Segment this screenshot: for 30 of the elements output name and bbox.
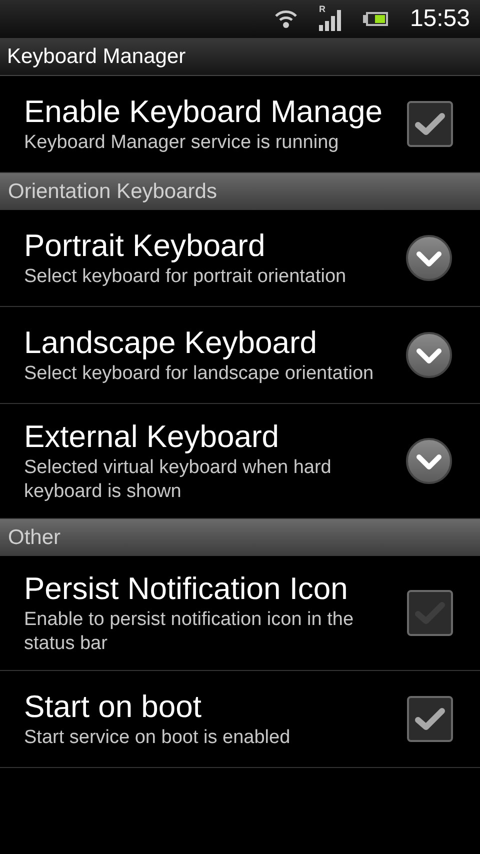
preference-title: Persist Notification Icon (24, 570, 349, 608)
chevron-down-icon[interactable] (405, 331, 453, 379)
section-title: Other (8, 524, 61, 551)
preference-summary: Selected virtual keyboard when hard keyboard is shown (24, 456, 332, 504)
preference-summary: Select keyboard for landscape orientation (24, 362, 375, 386)
checkbox[interactable] (407, 101, 453, 147)
checkmark-icon (415, 707, 445, 731)
preference-summary: Select keyboard for portrait orientation (24, 265, 348, 289)
preference-row[interactable]: Landscape Keyboard Select keyboard for landscape orientation (0, 307, 480, 404)
checkbox[interactable] (407, 590, 453, 636)
preference-title: Start on boot (24, 688, 203, 726)
preference-title: Enable Keyboard Manage (24, 93, 384, 131)
preference-summary: Keyboard Manager service is running (24, 131, 340, 155)
preference-summary: Start service on boot is enabled (24, 726, 292, 750)
preference-row[interactable]: Start on boot Start service on boot is enabled (0, 671, 480, 768)
preference-summary: Enable to persist notification icon in the status bar (24, 608, 355, 656)
preference-title: External Keyboard (24, 418, 280, 456)
chevron-down-icon[interactable] (405, 234, 453, 282)
checkmark-icon (415, 112, 445, 136)
clock: 15:53 (410, 4, 470, 34)
chevron-down-icon[interactable] (405, 437, 453, 485)
wifi-icon (274, 9, 297, 29)
preference-title: Portrait Keyboard (24, 227, 266, 265)
checkbox[interactable] (407, 696, 453, 742)
section-title: Orientation Keyboards (8, 178, 217, 205)
preference-title: Landscape Keyboard (24, 324, 318, 362)
window-title: Keyboard Manager (7, 44, 186, 70)
battery-icon (362, 12, 388, 26)
preference-row[interactable]: Portrait Keyboard Select keyboard for portrait orientation (0, 210, 480, 307)
preference-row[interactable]: Persist Notification Icon Enable to persist notification icon in the status bar (0, 556, 480, 671)
